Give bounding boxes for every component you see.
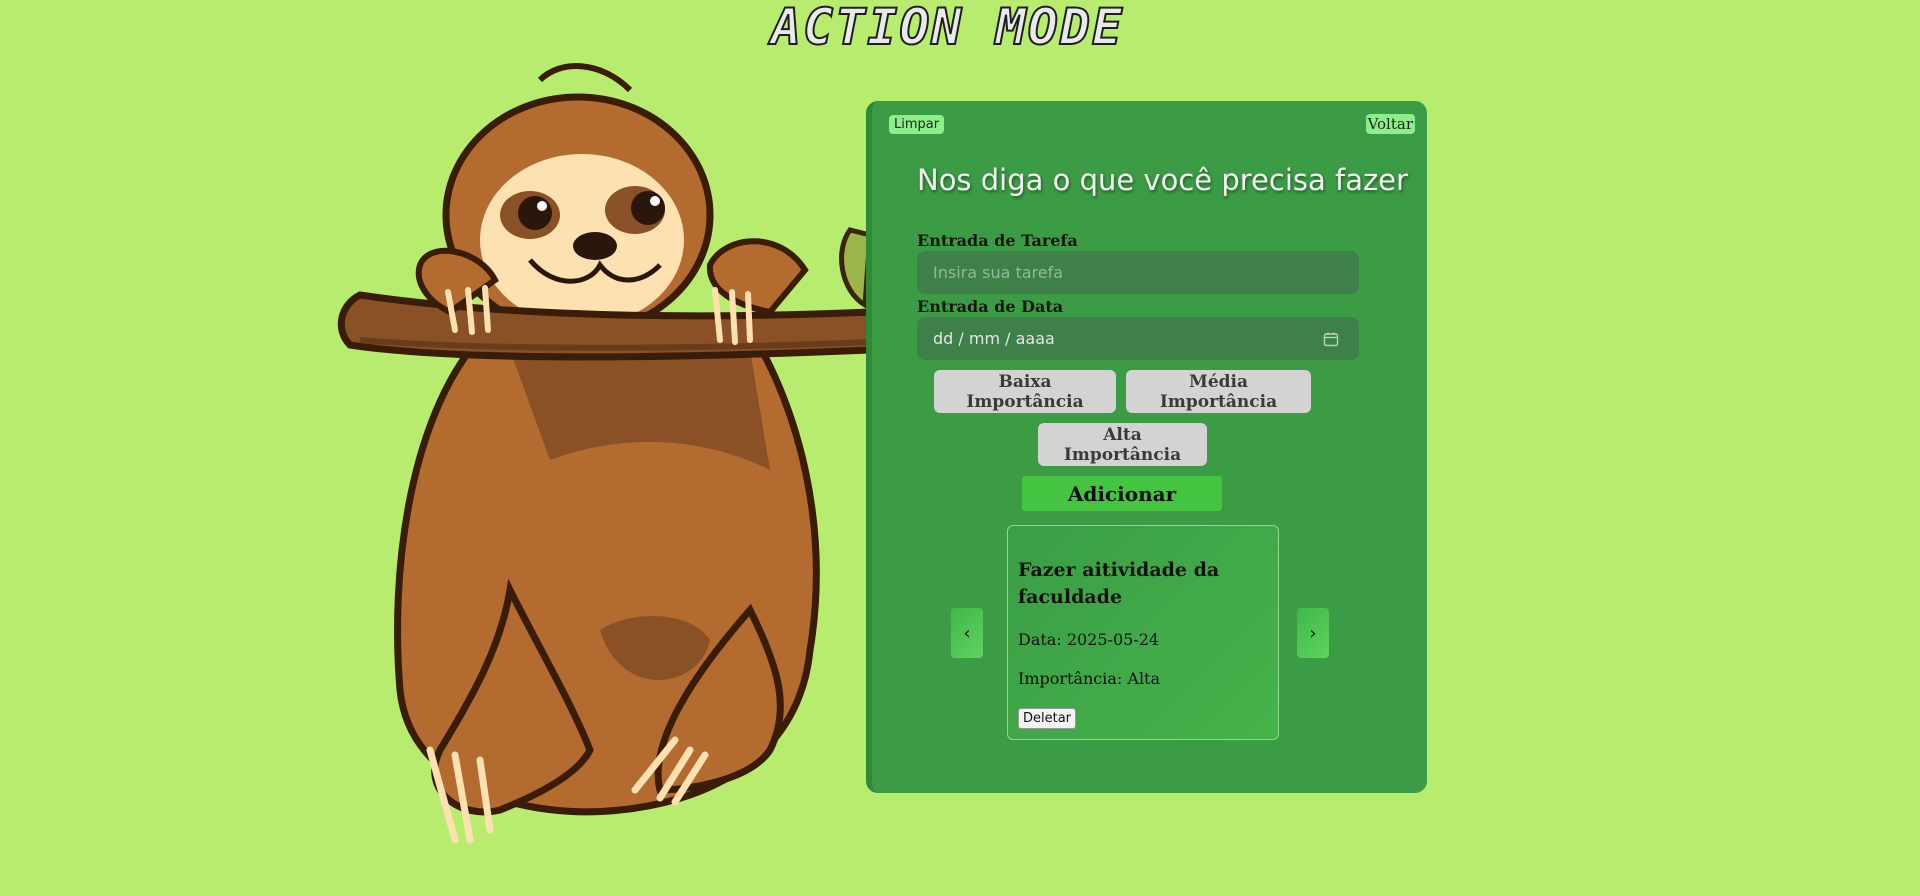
next-task-button[interactable]: ›	[1297, 608, 1329, 658]
task-card-importance: Importância: Alta	[1018, 669, 1161, 688]
task-input-placeholder: Insira sua tarefa	[933, 263, 1064, 282]
task-panel: Limpar Voltar Nos diga o que você precis…	[866, 101, 1427, 793]
panel-heading: Nos diga o que você precisa fazer	[917, 163, 1408, 197]
task-card: Fazer aitividade da faculdade Data: 2025…	[1007, 525, 1279, 740]
prev-task-button[interactable]: ‹	[951, 608, 983, 658]
task-input[interactable]: Insira sua tarefa	[917, 251, 1359, 294]
app-title: ACTION MODE	[770, 0, 1125, 57]
high-importance-button[interactable]: Alta Importância	[1038, 423, 1207, 466]
date-input-placeholder: dd / mm / aaaa	[933, 329, 1055, 348]
date-input-label: Entrada de Data	[917, 297, 1064, 316]
date-input[interactable]: dd / mm / aaaa	[917, 317, 1359, 360]
back-button[interactable]: Voltar	[1365, 114, 1415, 134]
low-importance-button[interactable]: Baixa Importância	[934, 370, 1116, 413]
task-input-label: Entrada de Tarefa	[917, 231, 1078, 250]
calendar-icon[interactable]	[1323, 331, 1339, 347]
task-card-date: Data: 2025-05-24	[1018, 630, 1160, 649]
delete-button[interactable]: Deletar	[1018, 708, 1077, 729]
task-card-title: Fazer aitividade da faculdade	[1018, 559, 1220, 608]
medium-importance-button[interactable]: Média Importância	[1126, 370, 1311, 413]
sloth-illustration	[337, 63, 874, 844]
add-button[interactable]: Adicionar	[1022, 476, 1222, 511]
clear-button[interactable]: Limpar	[889, 115, 945, 134]
